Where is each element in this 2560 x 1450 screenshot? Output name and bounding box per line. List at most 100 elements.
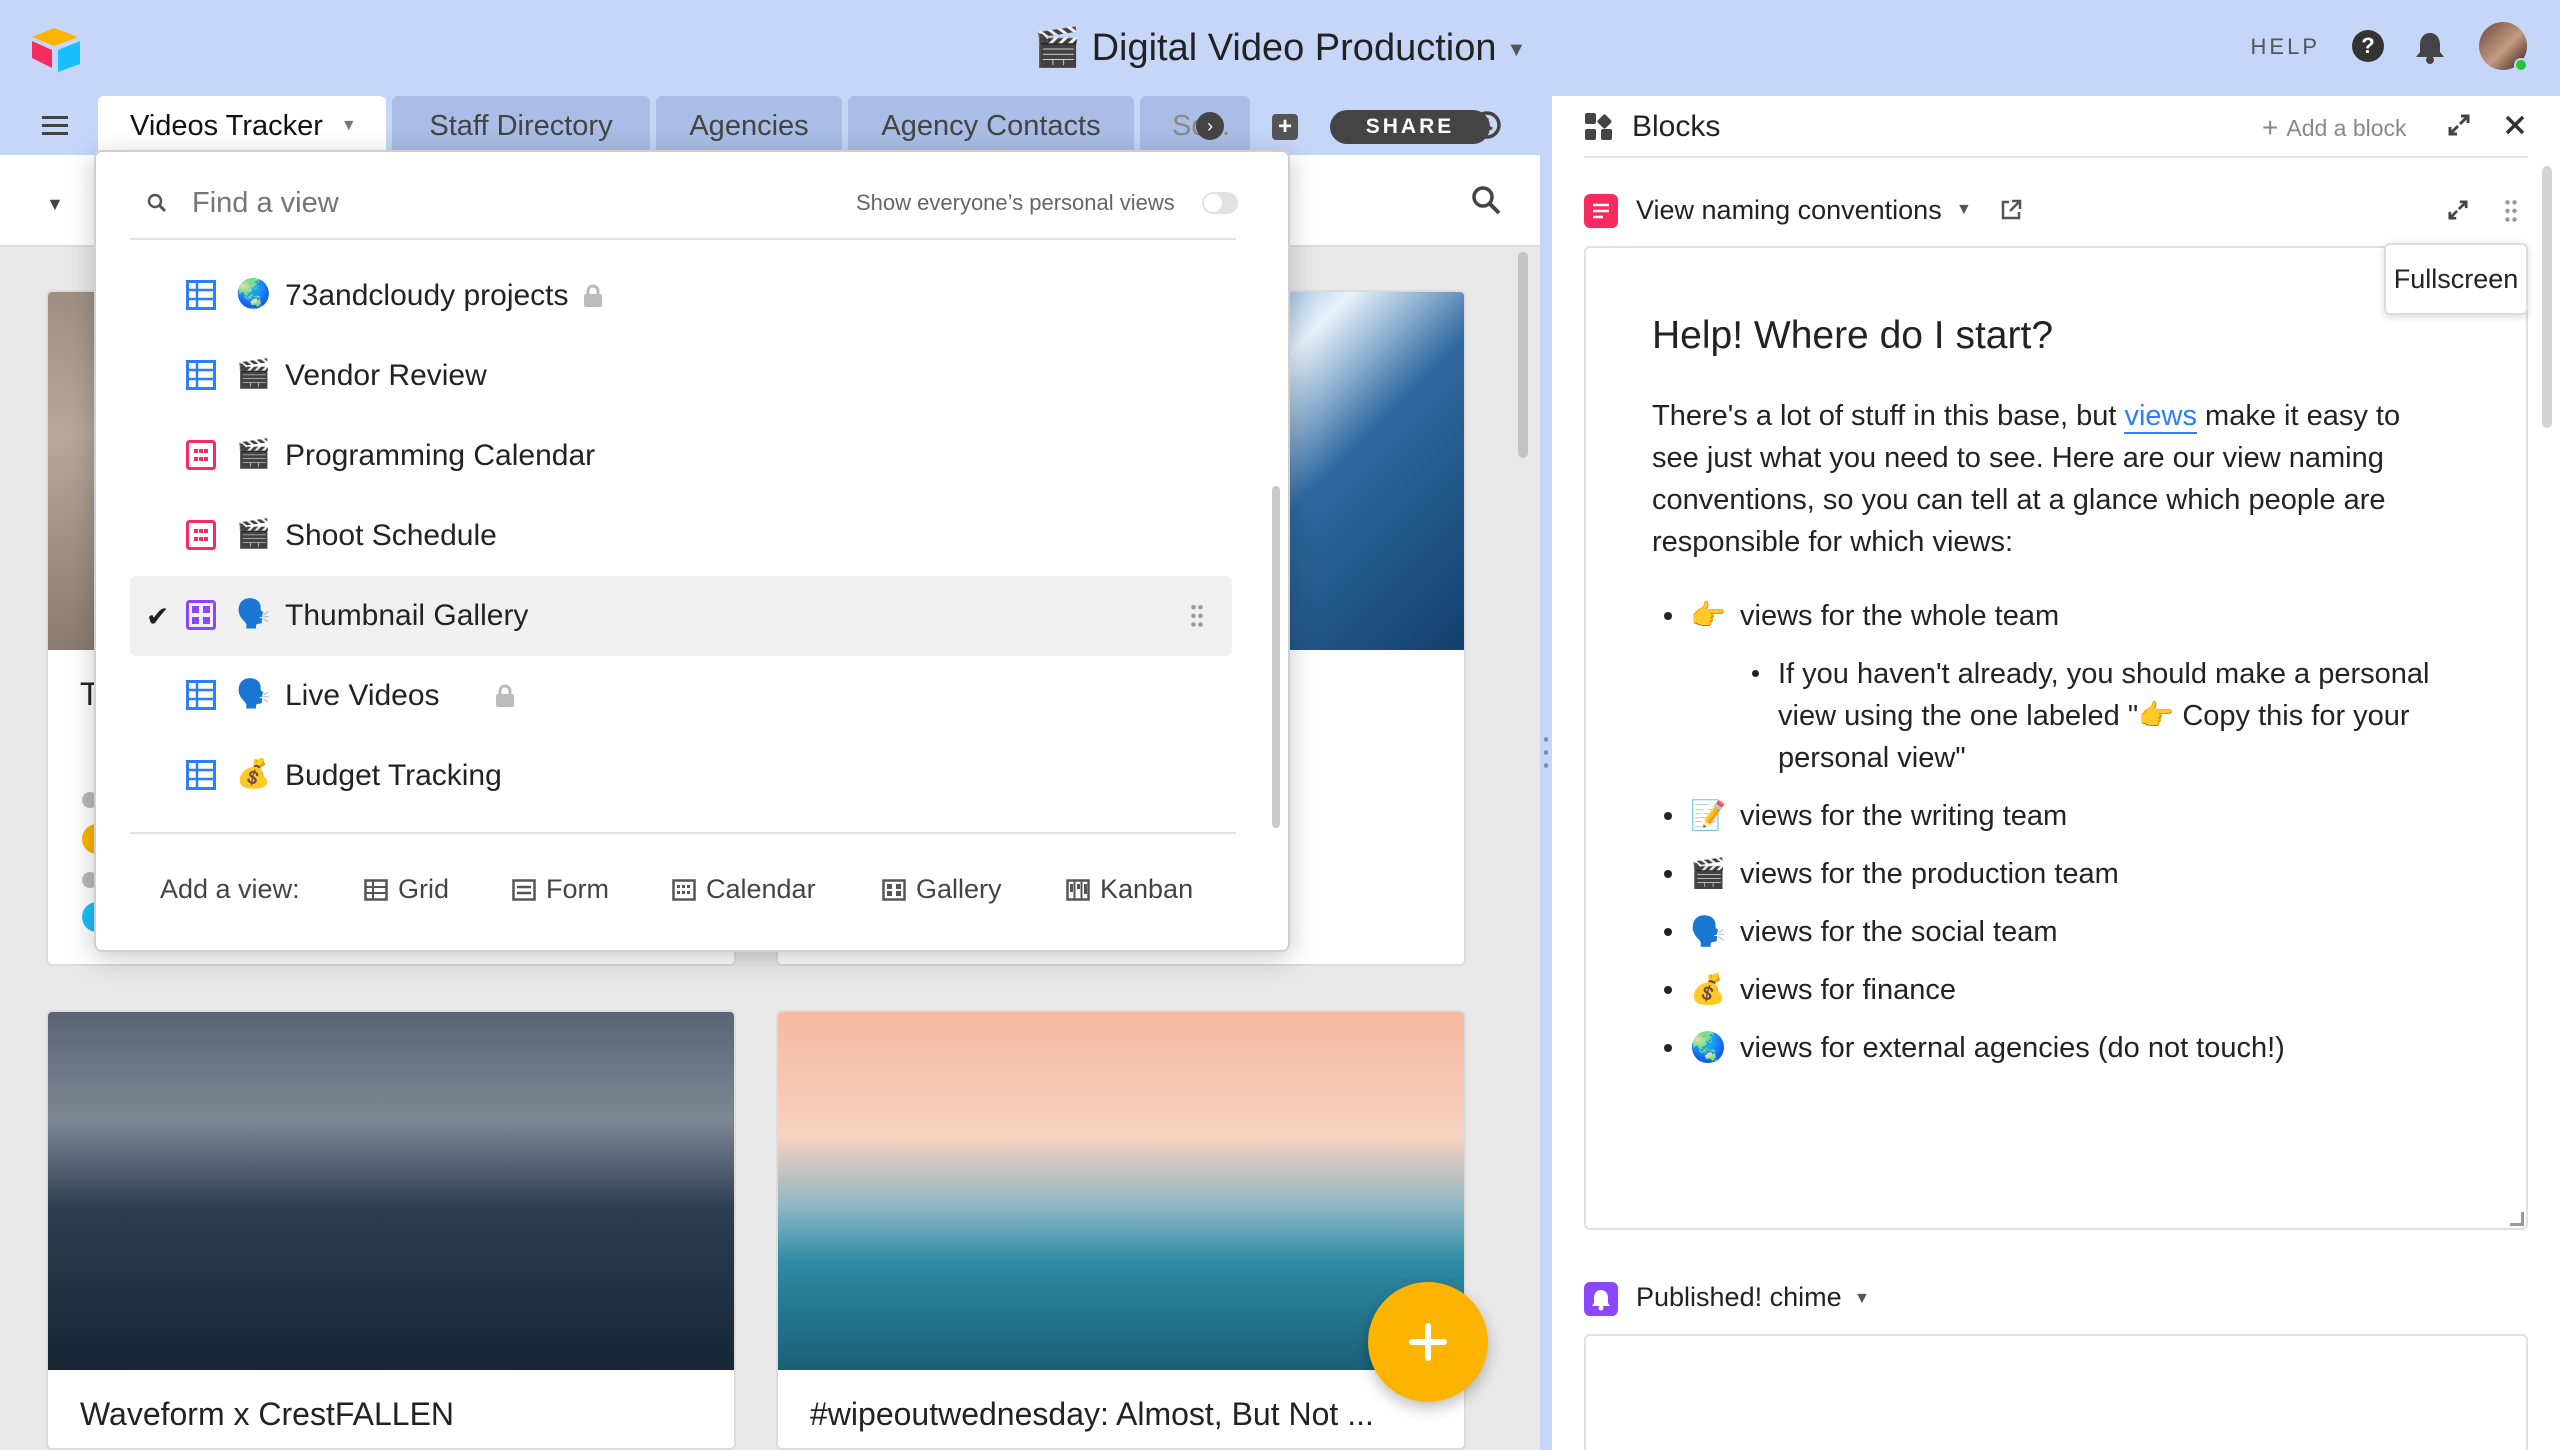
add-grid-view-button[interactable]: Grid (364, 874, 449, 905)
block-heading: Help! Where do I start? (1652, 314, 2054, 357)
intro-paragraph-line3: conventions, so you can tell at a glance… (1652, 484, 2386, 516)
share-button[interactable]: SHARE (1330, 110, 1490, 144)
tab-videos-tracker[interactable]: Videos Tracker ▼ (98, 96, 386, 156)
bullet (1664, 986, 1672, 994)
search-icon (146, 192, 168, 214)
sub-item-line2: view using the one labeled "👉 Copy this … (1778, 695, 2410, 737)
blocks-icon (1584, 112, 1614, 142)
tab-agencies[interactable]: Agencies (656, 96, 842, 156)
personal-views-label: Show everyone’s personal views (856, 190, 1175, 215)
expand-icon[interactable] (2448, 114, 2470, 136)
lock-icon (494, 684, 516, 708)
tab-schedule[interactable]: Sc... (1140, 96, 1250, 156)
calendar-icon (672, 878, 696, 901)
bullet (1664, 612, 1672, 620)
scrollbar[interactable] (1272, 486, 1280, 828)
chevron-down-icon[interactable]: ▼ (1506, 39, 1526, 61)
help-icon[interactable]: ? (2352, 30, 2384, 62)
hamburger-menu-icon[interactable] (42, 114, 72, 138)
list-item-text: views for the social team (1740, 916, 2058, 948)
fullscreen-icon[interactable] (2448, 200, 2468, 220)
find-view-input[interactable] (192, 180, 752, 226)
clapperboard-icon: 🎬 (236, 438, 271, 469)
views-link[interactable]: views (2124, 400, 2197, 434)
resize-corner-icon[interactable] (2510, 1212, 2524, 1226)
bullet (1664, 870, 1672, 878)
view-switcher-dropdown: Show everyone’s personal views 🌏 73andcl… (94, 150, 1290, 952)
block-name[interactable]: View naming conventions (1636, 195, 1942, 226)
view-item-shoot-schedule[interactable]: 🎬 Shoot Schedule (130, 496, 1232, 576)
scrollbar[interactable] (2542, 166, 2552, 428)
add-form-view-button[interactable]: Form (512, 874, 609, 905)
calendar-view-icon (186, 520, 216, 550)
clapperboard-icon: 🎬 (1690, 858, 1727, 890)
clapperboard-icon: 🎬 (236, 358, 271, 389)
chevron-down-icon[interactable]: ▼ (1956, 201, 1972, 219)
tab-staff-directory[interactable]: Staff Directory (392, 96, 650, 156)
grid-view-icon (186, 280, 216, 310)
add-kanban-view-button[interactable]: Kanban (1066, 874, 1193, 905)
divider (130, 238, 1236, 240)
add-calendar-view-button[interactable]: Calendar (672, 874, 816, 905)
view-item-budget-tracking[interactable]: 💰 Budget Tracking (130, 736, 1232, 816)
globe-icon: 🌏 (236, 278, 271, 309)
tab-agency-contacts[interactable]: Agency Contacts (848, 96, 1134, 156)
tab-label: Videos Tracker (130, 109, 323, 142)
scroll-tabs-right-icon[interactable]: › (1196, 112, 1224, 140)
page-designer-block-icon (1584, 194, 1618, 228)
add-gallery-view-button[interactable]: Gallery (882, 874, 1002, 905)
grid-view-icon (186, 680, 216, 710)
add-view-type-label: Calendar (706, 874, 816, 904)
view-item-programming-calendar[interactable]: 🎬 Programming Calendar (130, 416, 1232, 496)
add-block-label: Add a block (2286, 114, 2407, 141)
bell-icon[interactable] (2414, 30, 2446, 64)
resize-handle-icon[interactable] (1542, 733, 1550, 773)
view-item-vendor-review[interactable]: 🎬 Vendor Review (130, 336, 1232, 416)
drag-handle-icon[interactable] (2504, 198, 2518, 224)
view-item-thumbnail-gallery[interactable]: ✔ 🗣️ Thumbnail Gallery (130, 576, 1232, 656)
view-name: 73andcloudy projects (285, 279, 569, 312)
gallery-icon (882, 878, 906, 901)
page-designer-block-content (1584, 246, 2528, 1230)
personal-views-toggle[interactable] (1202, 192, 1238, 214)
panel-divider[interactable] (1541, 96, 1552, 1450)
lock-icon (582, 284, 604, 308)
chevron-down-icon[interactable]: ▼ (1854, 1290, 1870, 1308)
add-view-type-label: Kanban (1100, 874, 1194, 904)
gallery-card[interactable]: Waveform x CrestFALLEN (46, 1010, 736, 1450)
drag-handle-icon[interactable] (1190, 603, 1204, 629)
pointing-hand-icon: 👉 (1690, 600, 1727, 632)
view-item-live-videos[interactable]: 🗣️ Live Videos (130, 656, 1232, 736)
chevron-down-icon[interactable]: ▼ (46, 194, 64, 215)
grid-icon (364, 878, 388, 901)
add-record-button[interactable] (1368, 1282, 1488, 1402)
card-title: #wipeoutwednesday: Almost, But Not ... (810, 1396, 1374, 1432)
grid-view-icon (186, 760, 216, 790)
list-item-text: views for the production team (1740, 858, 2119, 890)
view-item-73andcloudy-projects[interactable]: 🌏 73andcloudy projects (130, 256, 1232, 336)
divider (130, 832, 1236, 834)
base-title-text[interactable]: 🎬 Digital Video Production (1034, 27, 1497, 69)
kanban-icon (1066, 878, 1090, 901)
close-icon[interactable] (2504, 114, 2526, 136)
scrollbar[interactable] (1518, 252, 1528, 458)
view-name: Programming Calendar (285, 439, 596, 472)
pointing-hand-icon: 👉 (2138, 700, 2175, 732)
bullet (1664, 1044, 1672, 1052)
help-link[interactable]: HELP (2251, 34, 2320, 60)
view-name: Thumbnail Gallery (285, 599, 529, 632)
search-icon[interactable] (1470, 184, 1502, 216)
clapperboard-icon: 🎬 (236, 518, 271, 549)
base-title[interactable]: 🎬 Digital Video Production ▼ (0, 22, 2560, 76)
view-name: Shoot Schedule (285, 519, 497, 552)
gallery-card[interactable]: #wipeoutwednesday: Almost, But Not ... (776, 1010, 1466, 1450)
history-icon[interactable] (1470, 108, 1504, 142)
block-name[interactable]: Published! chime (1636, 1282, 1842, 1313)
list-item-text: views for external agencies (do not touc… (1740, 1032, 2285, 1064)
add-block-button[interactable]: + Add a block (2262, 114, 2407, 142)
intro-paragraph-line1: There's a lot of stuff in this base, but… (1652, 395, 2400, 437)
chevron-down-icon[interactable]: ▼ (341, 117, 357, 135)
form-icon (512, 878, 536, 901)
add-table-icon[interactable]: + (1272, 114, 1298, 140)
open-external-icon[interactable] (2000, 199, 2022, 221)
